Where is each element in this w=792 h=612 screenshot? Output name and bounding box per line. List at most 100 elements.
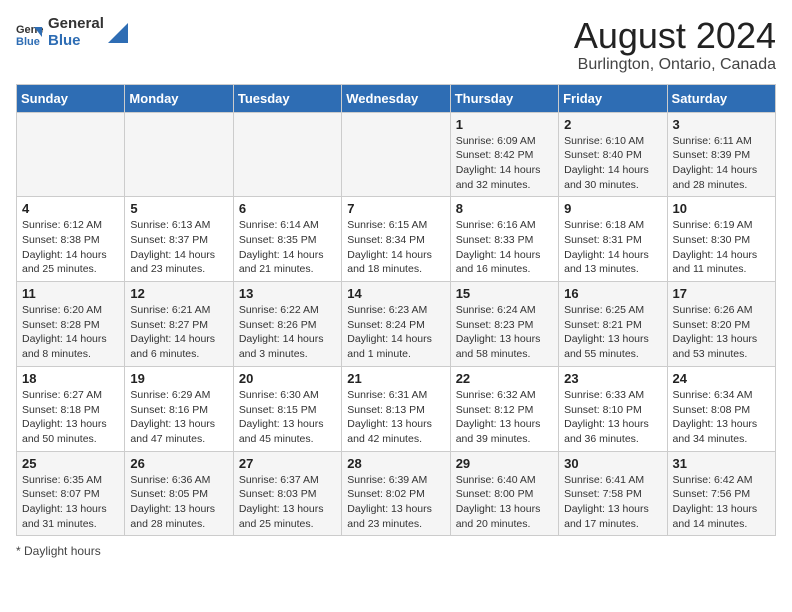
col-header-sunday: Sunday: [17, 84, 125, 112]
day-number: 1: [456, 117, 553, 132]
day-cell: [342, 112, 450, 197]
day-cell: 20Sunrise: 6:30 AM Sunset: 8:15 PM Dayli…: [233, 366, 341, 451]
day-cell: 28 Sunrise: 6:39 AM Sunset: 8:02 PM Dayli…: [342, 451, 450, 536]
calendar-table: SundayMondayTuesdayWednesdayThursdayFrid…: [16, 84, 776, 537]
col-header-friday: Friday: [559, 84, 667, 112]
day-info: Sunrise: 6:33 AM Sunset: 8:10 PM Dayligh…: [564, 388, 661, 447]
day-cell: 4 Sunrise: 6:12 AM Sunset: 8:38 PM Daylig…: [17, 197, 125, 282]
day-info: Sunrise: 6:26 AM Sunset: 8:20 PM Dayligh…: [673, 303, 770, 362]
day-number: 20: [239, 371, 336, 386]
footer-note: * Daylight hours: [16, 544, 776, 558]
day-number: 2: [564, 117, 661, 132]
day-info: Sunrise: 6:20 AM Sunset: 8:28 PM Dayligh…: [22, 303, 119, 362]
day-cell: [17, 112, 125, 197]
day-info: Sunrise: 6:40 AM Sunset: 8:00 PM Dayligh…: [456, 473, 553, 532]
day-number: 10: [673, 201, 770, 216]
day-cell: 9 Sunrise: 6:18 AM Sunset: 8:31 PM Daylig…: [559, 197, 667, 282]
day-cell: 11 Sunrise: 6:20 AM Sunset: 8:28 PM Dayli…: [17, 282, 125, 367]
day-number: 21: [347, 371, 444, 386]
day-number: 31: [673, 456, 770, 471]
footer-note-text: Daylight hours: [24, 544, 101, 558]
logo-blue: Blue: [48, 33, 104, 50]
day-cell: 10 Sunrise: 6:19 AM Sunset: 8:30 PM Dayli…: [667, 197, 775, 282]
day-number: 18: [22, 371, 119, 386]
day-cell: 14Sunrise: 6:23 AM Sunset: 8:24 PM Dayli…: [342, 282, 450, 367]
day-info: Sunrise: 6:35 AM Sunset: 8:07 PM Dayligh…: [22, 473, 119, 532]
day-info: Sunrise: 6:34 AM Sunset: 8:08 PM Dayligh…: [673, 388, 770, 447]
day-cell: 2 Sunrise: 6:10 AM Sunset: 8:40 PM Daylig…: [559, 112, 667, 197]
day-cell: 5 Sunrise: 6:13 AM Sunset: 8:37 PM Daylig…: [125, 197, 233, 282]
day-number: 15: [456, 286, 553, 301]
day-cell: 22 Sunrise: 6:32 AM Sunset: 8:12 PM Dayli…: [450, 366, 558, 451]
day-number: 11: [22, 286, 119, 301]
col-header-wednesday: Wednesday: [342, 84, 450, 112]
day-number: 22: [456, 371, 553, 386]
day-number: 25: [22, 456, 119, 471]
day-info: Sunrise: 6:37 AM Sunset: 8:03 PM Dayligh…: [239, 473, 336, 532]
day-number: 9: [564, 201, 661, 216]
week-row-1: 1 Sunrise: 6:09 AM Sunset: 8:42 PM Daylig…: [17, 112, 776, 197]
title-block: August 2024 Burlington, Ontario, Canada: [574, 16, 776, 74]
day-number: 16: [564, 286, 661, 301]
day-cell: 19Sunrise: 6:29 AM Sunset: 8:16 PM Dayli…: [125, 366, 233, 451]
day-number: 3: [673, 117, 770, 132]
week-row-3: 11 Sunrise: 6:20 AM Sunset: 8:28 PM Dayli…: [17, 282, 776, 367]
logo-triangle-icon: [108, 23, 128, 43]
day-number: 5: [130, 201, 227, 216]
day-info: Sunrise: 6:24 AM Sunset: 8:23 PM Dayligh…: [456, 303, 553, 362]
day-info: Sunrise: 6:12 AM Sunset: 8:38 PM Dayligh…: [22, 218, 119, 277]
day-info: Sunrise: 6:13 AM Sunset: 8:37 PM Dayligh…: [130, 218, 227, 277]
day-cell: 15 Sunrise: 6:24 AM Sunset: 8:23 PM Dayli…: [450, 282, 558, 367]
col-header-tuesday: Tuesday: [233, 84, 341, 112]
day-cell: 7Sunrise: 6:15 AM Sunset: 8:34 PM Daylig…: [342, 197, 450, 282]
day-cell: 23Sunrise: 6:33 AM Sunset: 8:10 PM Dayli…: [559, 366, 667, 451]
day-number: 7: [347, 201, 444, 216]
day-info: Sunrise: 6:32 AM Sunset: 8:12 PM Dayligh…: [456, 388, 553, 447]
day-info: Sunrise: 6:36 AM Sunset: 8:05 PM Dayligh…: [130, 473, 227, 532]
day-number: 8: [456, 201, 553, 216]
day-info: Sunrise: 6:27 AM Sunset: 8:18 PM Dayligh…: [22, 388, 119, 447]
day-info: Sunrise: 6:14 AM Sunset: 8:35 PM Dayligh…: [239, 218, 336, 277]
day-cell: [233, 112, 341, 197]
day-number: 4: [22, 201, 119, 216]
day-info: Sunrise: 6:29 AM Sunset: 8:16 PM Dayligh…: [130, 388, 227, 447]
week-row-4: 18 Sunrise: 6:27 AM Sunset: 8:18 PM Dayli…: [17, 366, 776, 451]
day-cell: 29 Sunrise: 6:40 AM Sunset: 8:00 PM Dayli…: [450, 451, 558, 536]
day-cell: 1 Sunrise: 6:09 AM Sunset: 8:42 PM Daylig…: [450, 112, 558, 197]
day-cell: 31 Sunrise: 6:42 AM Sunset: 7:56 PM Dayli…: [667, 451, 775, 536]
day-info: Sunrise: 6:11 AM Sunset: 8:39 PM Dayligh…: [673, 134, 770, 193]
day-cell: 18 Sunrise: 6:27 AM Sunset: 8:18 PM Dayli…: [17, 366, 125, 451]
day-cell: 26Sunrise: 6:36 AM Sunset: 8:05 PM Dayli…: [125, 451, 233, 536]
calendar-title: August 2024: [574, 16, 776, 56]
day-cell: 30 Sunrise: 6:41 AM Sunset: 7:58 PM Dayli…: [559, 451, 667, 536]
day-cell: 24 Sunrise: 6:34 AM Sunset: 8:08 PM Dayli…: [667, 366, 775, 451]
day-info: Sunrise: 6:23 AM Sunset: 8:24 PM Dayligh…: [347, 303, 444, 362]
day-cell: 25 Sunrise: 6:35 AM Sunset: 8:07 PM Dayli…: [17, 451, 125, 536]
day-number: 28: [347, 456, 444, 471]
day-cell: 21Sunrise: 6:31 AM Sunset: 8:13 PM Dayli…: [342, 366, 450, 451]
day-info: Sunrise: 6:21 AM Sunset: 8:27 PM Dayligh…: [130, 303, 227, 362]
week-row-2: 4 Sunrise: 6:12 AM Sunset: 8:38 PM Daylig…: [17, 197, 776, 282]
day-info: Sunrise: 6:09 AM Sunset: 8:42 PM Dayligh…: [456, 134, 553, 193]
day-info: Sunrise: 6:41 AM Sunset: 7:58 PM Dayligh…: [564, 473, 661, 532]
day-info: Sunrise: 6:39 AM Sunset: 8:02 PM Dayligh…: [347, 473, 444, 532]
logo-general: General: [48, 16, 104, 33]
day-info: Sunrise: 6:19 AM Sunset: 8:30 PM Dayligh…: [673, 218, 770, 277]
day-info: Sunrise: 6:18 AM Sunset: 8:31 PM Dayligh…: [564, 218, 661, 277]
col-header-monday: Monday: [125, 84, 233, 112]
day-cell: 8 Sunrise: 6:16 AM Sunset: 8:33 PM Daylig…: [450, 197, 558, 282]
day-info: Sunrise: 6:10 AM Sunset: 8:40 PM Dayligh…: [564, 134, 661, 193]
day-info: Sunrise: 6:25 AM Sunset: 8:21 PM Dayligh…: [564, 303, 661, 362]
svg-text:Blue: Blue: [16, 36, 40, 47]
day-cell: 17Sunrise: 6:26 AM Sunset: 8:20 PM Dayli…: [667, 282, 775, 367]
day-cell: 12Sunrise: 6:21 AM Sunset: 8:27 PM Dayli…: [125, 282, 233, 367]
day-cell: 16 Sunrise: 6:25 AM Sunset: 8:21 PM Dayli…: [559, 282, 667, 367]
day-number: 13: [239, 286, 336, 301]
day-number: 29: [456, 456, 553, 471]
day-info: Sunrise: 6:42 AM Sunset: 7:56 PM Dayligh…: [673, 473, 770, 532]
day-number: 30: [564, 456, 661, 471]
day-info: Sunrise: 6:16 AM Sunset: 8:33 PM Dayligh…: [456, 218, 553, 277]
calendar-subtitle: Burlington, Ontario, Canada: [574, 56, 776, 74]
day-number: 24: [673, 371, 770, 386]
day-cell: 13Sunrise: 6:22 AM Sunset: 8:26 PM Dayli…: [233, 282, 341, 367]
